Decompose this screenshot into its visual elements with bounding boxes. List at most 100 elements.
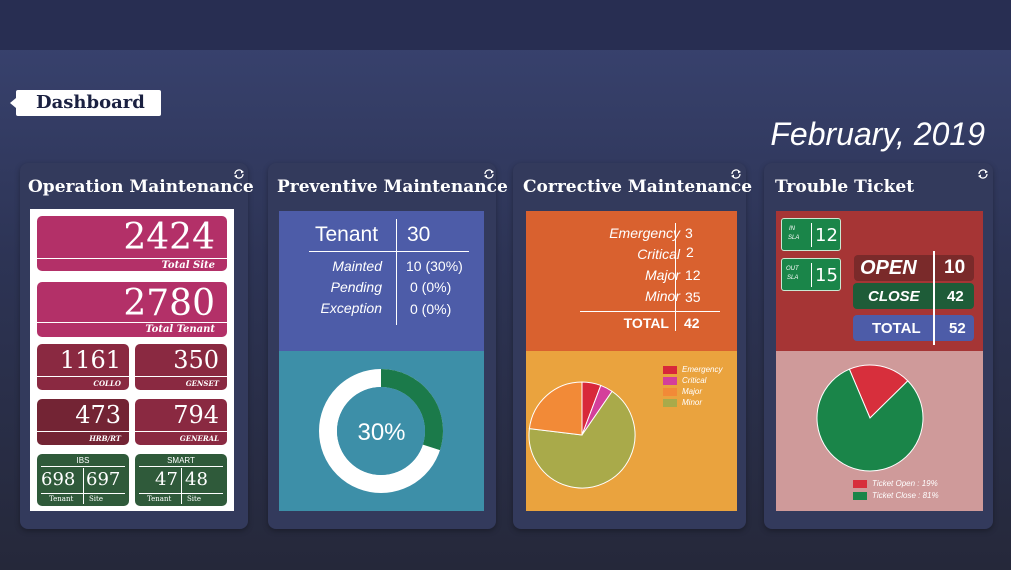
- collo-label: COLLO: [93, 379, 121, 388]
- divider: [41, 466, 125, 467]
- legend-label: Emergency: [682, 365, 723, 374]
- legend-label: Major: [682, 387, 703, 396]
- divider: [37, 376, 129, 377]
- total-site-value: 2424: [123, 217, 215, 258]
- out-sla-divider: [811, 263, 812, 287]
- legend-swatch: [853, 479, 867, 488]
- legend-swatch: [663, 387, 677, 396]
- smart-tile[interactable]: SMART 47 48 Tenant Site: [135, 454, 227, 506]
- total-value: 42: [684, 315, 700, 331]
- divider: [37, 322, 227, 323]
- trouble-ticket-card: Trouble Ticket IN SLA 12 OUT SLA 15 OPEN…: [764, 163, 993, 529]
- ibs-tenant-value: 698: [41, 469, 76, 490]
- operation-maintenance-card: Operation Maintenance 2424 Total Site 27…: [20, 163, 254, 529]
- critical-value: 2: [686, 244, 694, 260]
- smart-site-label: Site: [187, 495, 201, 503]
- stats-vertical-divider: [675, 223, 676, 331]
- smart-tenant-value: 47: [155, 469, 178, 490]
- legend-swatch: [663, 398, 677, 407]
- out-sla-label-top: OUT: [786, 266, 799, 272]
- general-tile[interactable]: 794 GENERAL: [135, 399, 227, 445]
- pending-value: 0 (0%): [410, 279, 452, 295]
- pie-slice-major: [528, 381, 583, 436]
- total-tenant-value: 2780: [123, 283, 215, 324]
- corrective-chart-panel: Emergency Critical Major Minor: [526, 351, 737, 511]
- corrective-maintenance-card: Corrective Maintenance Emergency 3 Criti…: [513, 163, 752, 529]
- divider: [135, 431, 227, 432]
- general-label: GENERAL: [179, 434, 219, 443]
- top-bar: [0, 0, 1011, 50]
- minor-value: 35: [685, 289, 701, 305]
- refresh-icon[interactable]: [233, 168, 245, 180]
- open-value: 10: [944, 257, 966, 278]
- general-value: 794: [173, 401, 219, 429]
- genset-tile[interactable]: 350 GENSET: [135, 344, 227, 390]
- ibs-site-label: Site: [89, 495, 103, 503]
- smart-divider: [181, 468, 182, 504]
- genset-label: GENSET: [185, 379, 219, 388]
- refresh-icon[interactable]: [483, 168, 495, 180]
- out-sla-value: 15: [815, 265, 838, 286]
- critical-label: Critical: [637, 246, 680, 262]
- in-sla-divider: [811, 223, 812, 247]
- total-tenant-tile[interactable]: 2780 Total Tenant: [37, 282, 227, 337]
- exception-value: 0 (0%): [410, 301, 452, 317]
- ibs-tenant-label: Tenant: [49, 495, 74, 503]
- legend-swatch: [663, 376, 677, 385]
- legend-swatch: [853, 491, 867, 500]
- in-sla-label-top: IN: [789, 226, 795, 232]
- operation-panel: 2424 Total Site 2780 Total Tenant 1161 C…: [30, 209, 234, 511]
- corrective-stats-panel: Emergency 3 Critical 2 Major 12 Minor 35…: [526, 211, 737, 351]
- dashboard-tab[interactable]: Dashboard: [10, 90, 161, 116]
- legend-item: Ticket Close : 81%: [853, 491, 939, 500]
- refresh-icon[interactable]: [977, 168, 989, 180]
- ibs-site-value: 697: [86, 469, 121, 490]
- operation-maintenance-title: Operation Maintenance: [28, 177, 254, 197]
- ibs-title: IBS: [76, 456, 90, 465]
- legend-swatch: [663, 365, 677, 374]
- legend-item: Emergency: [663, 365, 722, 374]
- smart-tenant-label: Tenant: [147, 495, 172, 503]
- corrective-maintenance-title: Corrective Maintenance: [523, 177, 753, 197]
- close-row[interactable]: CLOSE 42: [853, 283, 974, 309]
- close-value: 42: [947, 288, 964, 305]
- ibs-divider: [83, 468, 84, 504]
- legend-item: Major: [663, 387, 702, 396]
- collo-value: 1161: [59, 346, 121, 374]
- divider: [139, 466, 223, 467]
- hrb-rt-value: 473: [75, 401, 121, 429]
- trouble-stats-panel: IN SLA 12 OUT SLA 15 OPEN 10 CLOSE 42 TO…: [776, 211, 983, 351]
- hrb-rt-label: HRB/RT: [89, 434, 121, 443]
- stats-horizontal-divider: [580, 311, 720, 312]
- collo-tile[interactable]: 1161 COLLO: [37, 344, 129, 390]
- preventive-stats-panel: Tenant 30 Mainted 10 (30%) Pending 0 (0%…: [279, 211, 484, 351]
- total-row[interactable]: TOTAL 52: [853, 315, 974, 341]
- total-site-tile[interactable]: 2424 Total Site: [37, 216, 227, 271]
- out-sla-tile[interactable]: OUT SLA 15: [781, 258, 841, 291]
- open-label: OPEN: [860, 257, 917, 279]
- divider: [41, 493, 125, 494]
- tenant-label: Tenant: [315, 223, 379, 246]
- in-sla-tile[interactable]: IN SLA 12: [781, 218, 841, 251]
- report-date: February, 2019: [770, 116, 985, 152]
- divider: [37, 431, 129, 432]
- total-site-label: Total Site: [161, 260, 215, 271]
- pending-label: Pending: [330, 279, 382, 295]
- refresh-icon[interactable]: [730, 168, 742, 180]
- in-sla-value: 12: [815, 225, 838, 246]
- divider: [139, 493, 223, 494]
- legend-label: Ticket Open : 19%: [872, 479, 938, 488]
- divider: [37, 258, 227, 259]
- stats-vertical-divider: [396, 219, 397, 325]
- out-sla-label-bottom: SLA: [787, 275, 799, 281]
- trouble-chart-panel: Ticket Open : 19% Ticket Close : 81%: [776, 351, 983, 511]
- genset-value: 350: [173, 346, 219, 374]
- preventive-donut-panel: 30%: [279, 351, 484, 511]
- open-row[interactable]: OPEN 10: [854, 255, 974, 281]
- stats-horizontal-divider: [309, 251, 469, 252]
- divider: [135, 376, 227, 377]
- hrb-rt-tile[interactable]: 473 HRB/RT: [37, 399, 129, 445]
- ticket-vertical-divider: [933, 251, 935, 345]
- total-label: TOTAL: [872, 320, 921, 337]
- ibs-tile[interactable]: IBS 698 697 Tenant Site: [37, 454, 129, 506]
